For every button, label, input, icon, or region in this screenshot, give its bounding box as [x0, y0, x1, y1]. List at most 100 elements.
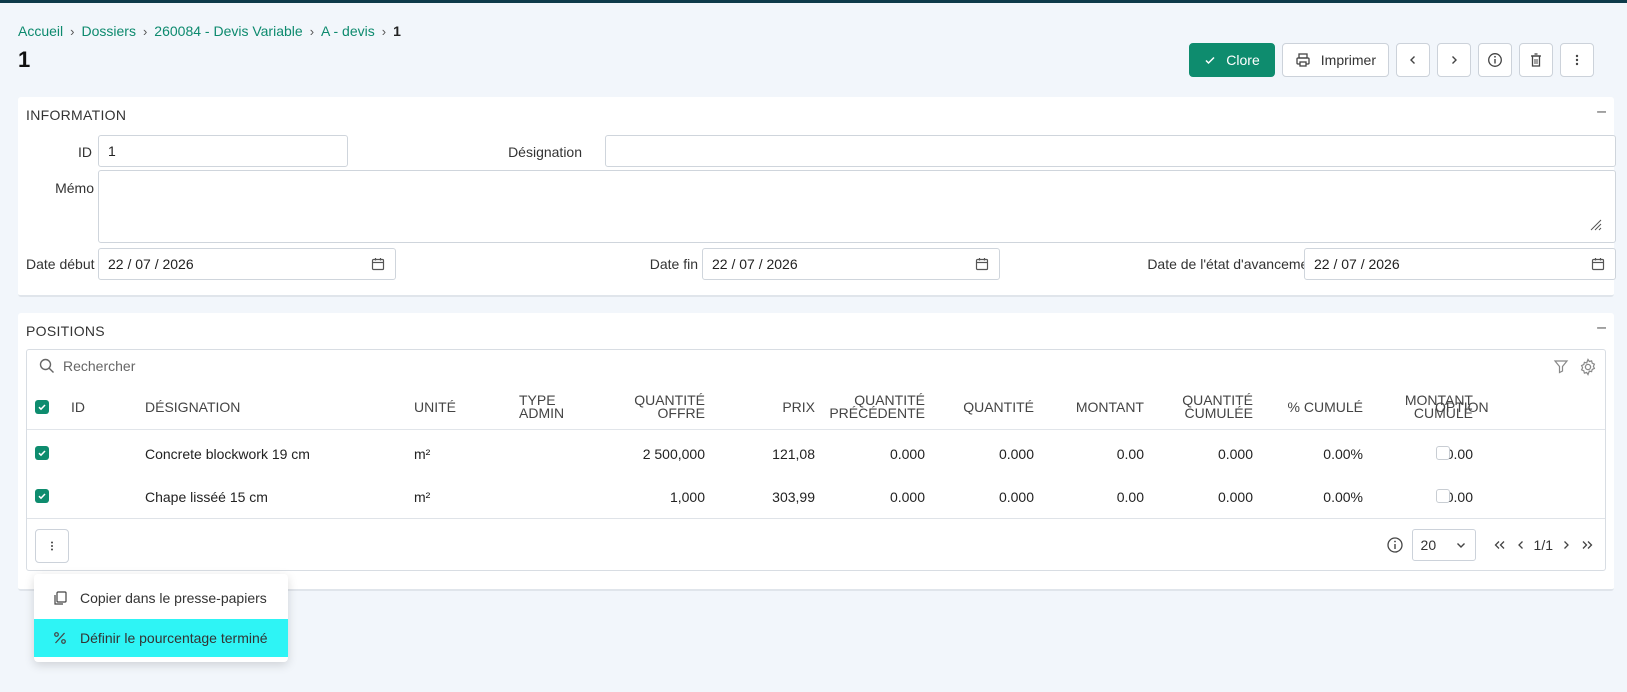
- previous-button[interactable]: [1396, 43, 1430, 77]
- gear-icon[interactable]: [1579, 358, 1597, 376]
- id-value: 1: [108, 143, 116, 159]
- print-button-label: Imprimer: [1320, 52, 1376, 68]
- grid-more-button[interactable]: [35, 529, 69, 563]
- date-etat-label: Date de l'état d'avancement: [1147, 256, 1320, 272]
- breadcrumb-accueil[interactable]: Accueil: [18, 23, 63, 39]
- breadcrumb-dossiers[interactable]: Dossiers: [81, 23, 135, 39]
- page-size-select[interactable]: 20: [1411, 529, 1476, 561]
- collapse-positions-button[interactable]: –: [1597, 319, 1606, 337]
- option-checkbox[interactable]: [1436, 489, 1450, 503]
- row-checkbox[interactable]: [35, 446, 49, 460]
- date-fin-value: 22 / 07 / 2026: [712, 256, 798, 272]
- chevron-right-icon: ›: [70, 23, 75, 39]
- delete-button[interactable]: [1519, 43, 1553, 77]
- memo-label: Mémo: [55, 180, 94, 196]
- breadcrumb-dossier[interactable]: 260084 - Devis Variable: [154, 23, 302, 39]
- col-quantite-cumulee-line2: CUMULÉE: [1184, 405, 1253, 421]
- col-option[interactable]: OPTION: [1435, 400, 1489, 414]
- col-prix[interactable]: PRIX: [782, 400, 815, 414]
- col-designation[interactable]: DÉSIGNATION: [145, 400, 240, 414]
- col-id[interactable]: ID: [71, 400, 85, 414]
- cell-pct-cumule: 0.00%: [1323, 446, 1363, 462]
- designation-field[interactable]: [605, 135, 1616, 167]
- cell-prix: 303,99: [772, 489, 815, 505]
- date-debut-field[interactable]: 22 / 07 / 2026: [98, 248, 396, 280]
- pager: 20 1/1: [1386, 529, 1595, 561]
- date-etat-field[interactable]: 22 / 07 / 2026: [1304, 248, 1616, 280]
- info-icon[interactable]: [1386, 536, 1404, 554]
- col-type-admin[interactable]: TYPE ADMIN: [519, 393, 565, 421]
- cell-quantite-cumulee: 0.000: [1217, 446, 1253, 462]
- next-button[interactable]: [1437, 43, 1471, 77]
- cell-prix: 121,08: [772, 446, 815, 462]
- search-input[interactable]: [63, 358, 363, 374]
- col-quantite-precedente[interactable]: QUANTITÉ PRÉCÉDENTE: [829, 393, 925, 420]
- cell-designation: Chape lisséé 15 cm: [145, 489, 268, 505]
- select-all-checkbox[interactable]: [35, 400, 49, 414]
- info-button[interactable]: [1478, 43, 1512, 77]
- col-montant[interactable]: MONTANT: [1076, 400, 1144, 414]
- col-quantite-cumulee[interactable]: QUANTITÉ CUMULÉE: [1182, 393, 1253, 421]
- more-vertical-icon: [51, 541, 53, 551]
- breadcrumb: Accueil › Dossiers › 260084 - Devis Vari…: [18, 23, 401, 39]
- id-label: ID: [78, 144, 92, 160]
- col-quantite-offre[interactable]: QUANTITÉ OFFRE: [634, 393, 705, 421]
- col-type-admin-line2: ADMIN: [519, 405, 565, 421]
- cell-quantite[interactable]: 0.000: [999, 446, 1034, 462]
- chevron-right-icon: ›: [142, 23, 148, 39]
- positions-panel: POSITIONS – ID DÉSIGNATION UNITÉ TYPE AD…: [18, 313, 1614, 591]
- next-page-icon[interactable]: [1561, 539, 1571, 551]
- previous-page-icon[interactable]: [1516, 539, 1526, 551]
- cell-quantite-cumulee: 0.000: [1217, 489, 1253, 505]
- chevron-down-icon: [1456, 543, 1465, 548]
- check-icon: [1205, 56, 1215, 65]
- date-fin-field[interactable]: 22 / 07 / 2026: [702, 248, 1000, 280]
- page-size-value: 20: [1420, 537, 1437, 553]
- option-checkbox[interactable]: [1436, 446, 1450, 460]
- collapse-information-button[interactable]: –: [1597, 103, 1606, 121]
- breadcrumb-devis[interactable]: A - devis: [321, 23, 375, 39]
- information-panel: INFORMATION – ID 1 Désignation Mémo Date…: [18, 97, 1616, 297]
- cell-quantite[interactable]: 0.000: [999, 489, 1034, 505]
- calendar-icon[interactable]: [1591, 257, 1605, 271]
- cell-quantite-precedente: 0.000: [889, 489, 925, 505]
- filter-icon[interactable]: [1553, 358, 1569, 374]
- col-unite[interactable]: UNITÉ: [414, 400, 456, 414]
- more-vertical-icon: [1575, 54, 1579, 66]
- menu-item-copy-clipboard[interactable]: Copier dans le presse-papiers: [34, 579, 288, 617]
- row-checkbox[interactable]: [35, 489, 49, 503]
- toolbar: Clore Imprimer: [1189, 43, 1594, 77]
- page-info: 1/1: [1533, 537, 1553, 553]
- date-etat-value: 22 / 07 / 2026: [1314, 256, 1400, 272]
- chevron-right-icon: ›: [309, 23, 315, 39]
- menu-item-set-percentage-label: Définir le pourcentage terminé: [80, 630, 268, 646]
- close-button[interactable]: Clore: [1189, 43, 1275, 77]
- print-button[interactable]: Imprimer: [1281, 43, 1389, 77]
- last-page-icon[interactable]: [1579, 539, 1595, 551]
- check-icon: [38, 450, 46, 457]
- printer-icon: [1296, 53, 1310, 67]
- col-quantite[interactable]: QUANTITÉ: [963, 400, 1034, 414]
- percent-icon: [54, 632, 66, 644]
- positions-title: POSITIONS: [26, 323, 105, 339]
- cell-montant: 0.00: [1116, 489, 1144, 505]
- menu-item-set-percentage[interactable]: Définir le pourcentage terminé: [34, 619, 288, 657]
- calendar-icon[interactable]: [975, 257, 989, 271]
- col-pct-cumule[interactable]: % CUMULÉ: [1288, 400, 1363, 414]
- grid-context-menu: Copier dans le presse-papiers Définir le…: [34, 574, 288, 662]
- close-button-label: Clore: [1226, 52, 1260, 68]
- cell-quantite-precedente: 0.000: [889, 446, 925, 462]
- memo-textarea[interactable]: [98, 170, 1616, 243]
- trash-icon: [1531, 53, 1541, 67]
- resize-grip-icon[interactable]: [1588, 217, 1602, 231]
- first-page-icon[interactable]: [1492, 539, 1508, 551]
- id-field[interactable]: 1: [98, 135, 348, 167]
- calendar-icon[interactable]: [371, 257, 385, 271]
- check-icon: [38, 493, 46, 500]
- chevron-left-icon: [1410, 56, 1415, 64]
- menu-item-copy-label: Copier dans le presse-papiers: [80, 590, 267, 606]
- search-icon: [39, 358, 54, 373]
- more-actions-button[interactable]: [1560, 43, 1594, 77]
- designation-label: Désignation: [508, 144, 582, 160]
- col-quantite-offre-line2: OFFRE: [657, 405, 705, 421]
